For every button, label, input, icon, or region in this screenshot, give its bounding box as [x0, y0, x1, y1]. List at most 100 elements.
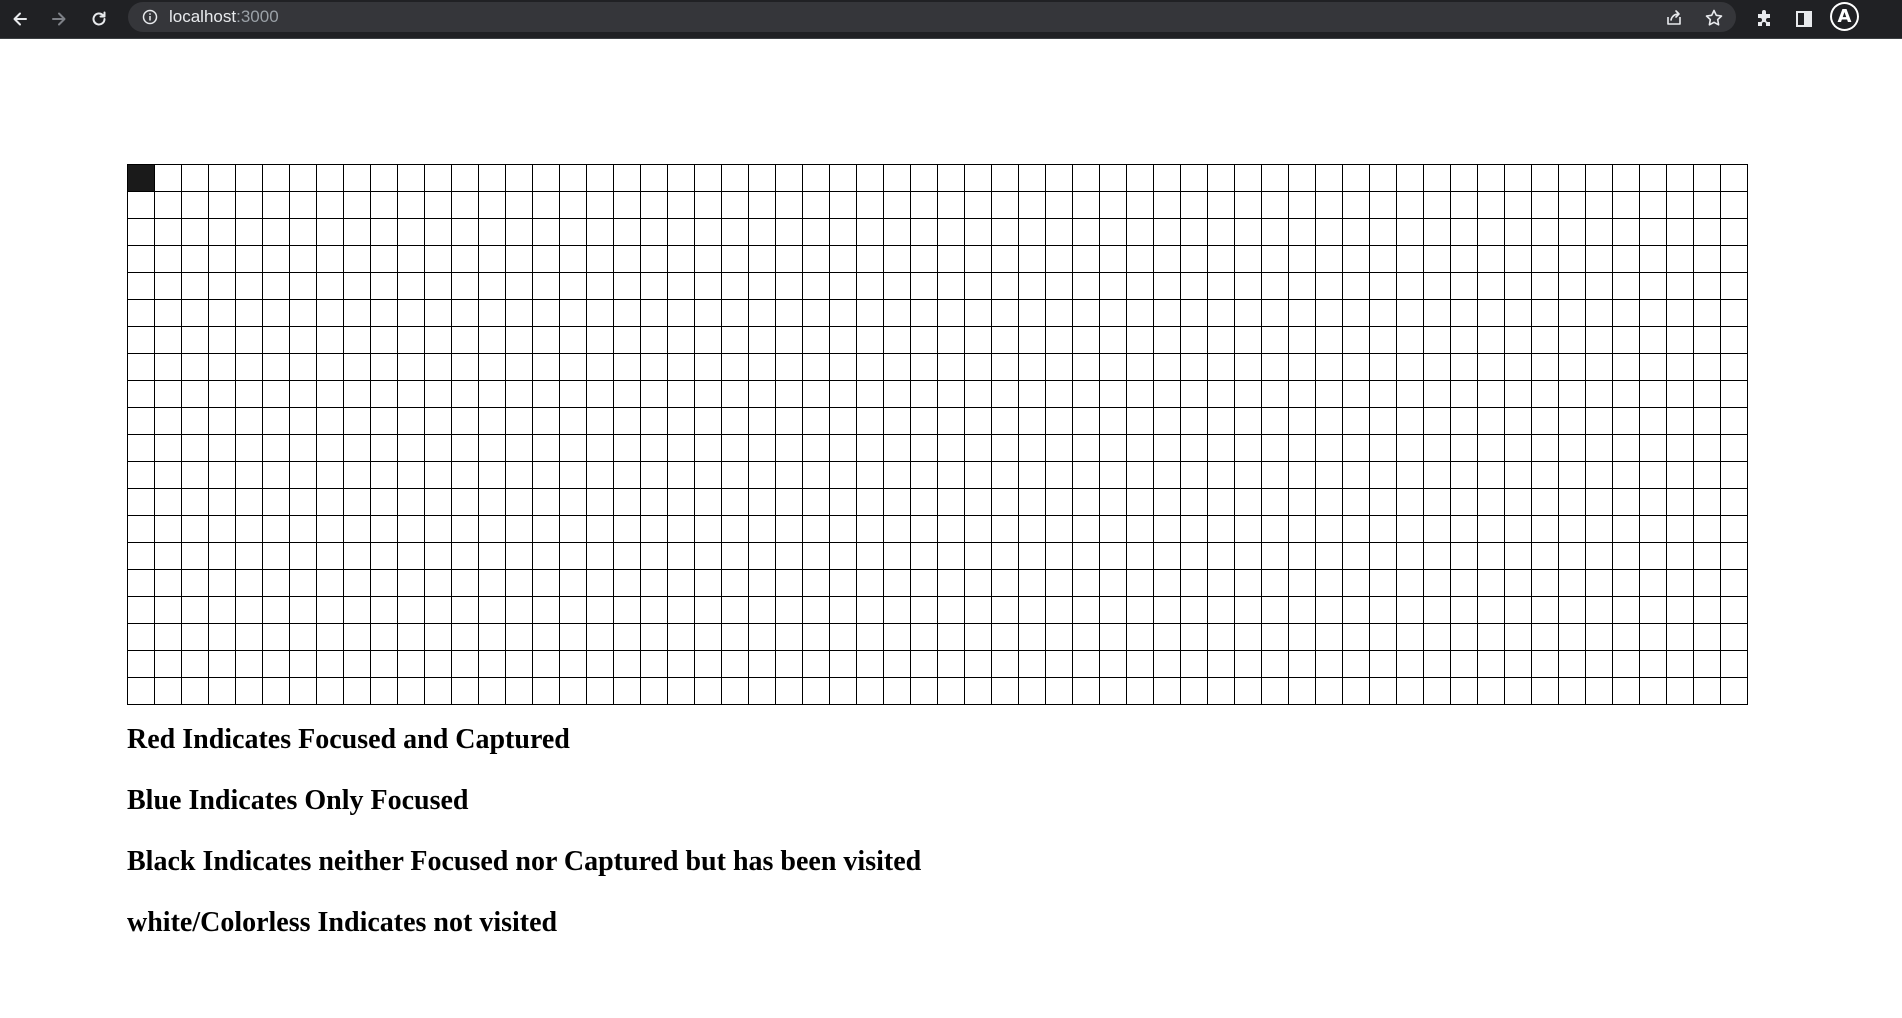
grid-cell[interactable] [425, 435, 452, 462]
grid-cell[interactable] [533, 435, 560, 462]
grid-cell[interactable] [1505, 354, 1532, 381]
grid-cell[interactable] [1046, 543, 1073, 570]
grid-cell[interactable] [776, 408, 803, 435]
grid-cell[interactable] [425, 462, 452, 489]
grid-cell[interactable] [857, 408, 884, 435]
grid-cell[interactable] [560, 273, 587, 300]
grid-cell[interactable] [1586, 192, 1613, 219]
grid-cell[interactable] [614, 597, 641, 624]
grid-cell[interactable] [992, 300, 1019, 327]
grid-cell[interactable] [1397, 381, 1424, 408]
grid-cell[interactable] [371, 489, 398, 516]
grid-cell[interactable] [911, 489, 938, 516]
grid-cell[interactable] [1100, 570, 1127, 597]
grid-cell[interactable] [1613, 651, 1640, 678]
grid-cell[interactable] [1019, 246, 1046, 273]
grid-cell[interactable] [857, 381, 884, 408]
grid-cell[interactable] [722, 570, 749, 597]
grid-cell[interactable] [236, 192, 263, 219]
grid-cell[interactable] [1505, 273, 1532, 300]
grid-cell[interactable] [614, 435, 641, 462]
grid-cell[interactable] [182, 192, 209, 219]
grid-cell[interactable] [1154, 516, 1181, 543]
grid-cell[interactable] [452, 246, 479, 273]
grid-cell[interactable] [1397, 462, 1424, 489]
grid-cell[interactable] [965, 489, 992, 516]
grid-cell[interactable] [965, 381, 992, 408]
grid-cell[interactable] [1505, 624, 1532, 651]
grid-cell[interactable] [1451, 300, 1478, 327]
grid-cell[interactable] [479, 651, 506, 678]
grid-cell[interactable] [209, 246, 236, 273]
grid-cell[interactable] [1235, 192, 1262, 219]
grid-cell[interactable] [1613, 516, 1640, 543]
grid-cell[interactable] [209, 462, 236, 489]
grid-cell[interactable] [1208, 354, 1235, 381]
grid-cell[interactable] [1721, 543, 1748, 570]
grid-cell[interactable] [1667, 570, 1694, 597]
grid-cell[interactable] [1046, 408, 1073, 435]
grid-cell[interactable] [1343, 543, 1370, 570]
grid-cell[interactable] [236, 354, 263, 381]
grid-cell[interactable] [1289, 165, 1316, 192]
grid-cell[interactable] [911, 462, 938, 489]
url-text[interactable]: localhost:3000 [169, 7, 279, 27]
grid-cell[interactable] [1721, 273, 1748, 300]
grid-cell[interactable] [1532, 354, 1559, 381]
grid-cell[interactable] [857, 462, 884, 489]
grid-cell[interactable] [911, 597, 938, 624]
grid-cell[interactable] [641, 354, 668, 381]
grid-cell[interactable] [938, 354, 965, 381]
grid-cell[interactable] [1505, 246, 1532, 273]
grid-cell[interactable] [155, 435, 182, 462]
grid-cell[interactable] [1721, 651, 1748, 678]
grid-cell[interactable] [776, 462, 803, 489]
grid-cell[interactable] [1343, 219, 1370, 246]
grid-cell[interactable] [992, 273, 1019, 300]
grid-cell[interactable] [965, 651, 992, 678]
grid-cell[interactable] [1208, 543, 1235, 570]
grid-cell[interactable] [1424, 354, 1451, 381]
grid-cell[interactable] [722, 219, 749, 246]
grid-cell[interactable] [155, 327, 182, 354]
grid-cell[interactable] [209, 300, 236, 327]
grid-cell[interactable] [1262, 489, 1289, 516]
grid-cell[interactable] [452, 219, 479, 246]
grid-cell[interactable] [668, 165, 695, 192]
grid-cell[interactable] [1721, 624, 1748, 651]
grid-cell[interactable] [1289, 489, 1316, 516]
grid-cell[interactable] [1019, 543, 1046, 570]
grid-cell[interactable] [1721, 570, 1748, 597]
grid-cell[interactable] [1505, 597, 1532, 624]
grid-cell[interactable] [641, 597, 668, 624]
grid-cell[interactable] [344, 678, 371, 705]
grid-cell[interactable] [1559, 624, 1586, 651]
grid-cell[interactable] [425, 354, 452, 381]
grid-cell[interactable] [1613, 165, 1640, 192]
grid-cell[interactable] [1370, 624, 1397, 651]
grid-cell[interactable] [452, 516, 479, 543]
grid-cell[interactable] [803, 381, 830, 408]
grid-cell[interactable] [1316, 543, 1343, 570]
grid-cell[interactable] [236, 489, 263, 516]
grid-cell[interactable] [1262, 597, 1289, 624]
grid-cell[interactable] [1289, 408, 1316, 435]
grid-cell[interactable] [371, 246, 398, 273]
grid-cell[interactable] [506, 678, 533, 705]
grid-cell[interactable] [1478, 462, 1505, 489]
grid-cell[interactable] [290, 327, 317, 354]
grid-cell[interactable] [452, 408, 479, 435]
grid-cell[interactable] [155, 624, 182, 651]
grid-cell[interactable] [1532, 327, 1559, 354]
grid-cell[interactable] [1721, 489, 1748, 516]
grid-cell[interactable] [209, 597, 236, 624]
grid-cell[interactable] [1073, 678, 1100, 705]
grid-cell[interactable] [776, 624, 803, 651]
grid-cell[interactable] [1154, 165, 1181, 192]
grid-cell[interactable] [938, 651, 965, 678]
grid-cell[interactable] [209, 651, 236, 678]
grid-cell[interactable] [1640, 381, 1667, 408]
grid-cell[interactable] [1127, 381, 1154, 408]
grid-cell[interactable] [641, 624, 668, 651]
grid-cell[interactable] [722, 300, 749, 327]
